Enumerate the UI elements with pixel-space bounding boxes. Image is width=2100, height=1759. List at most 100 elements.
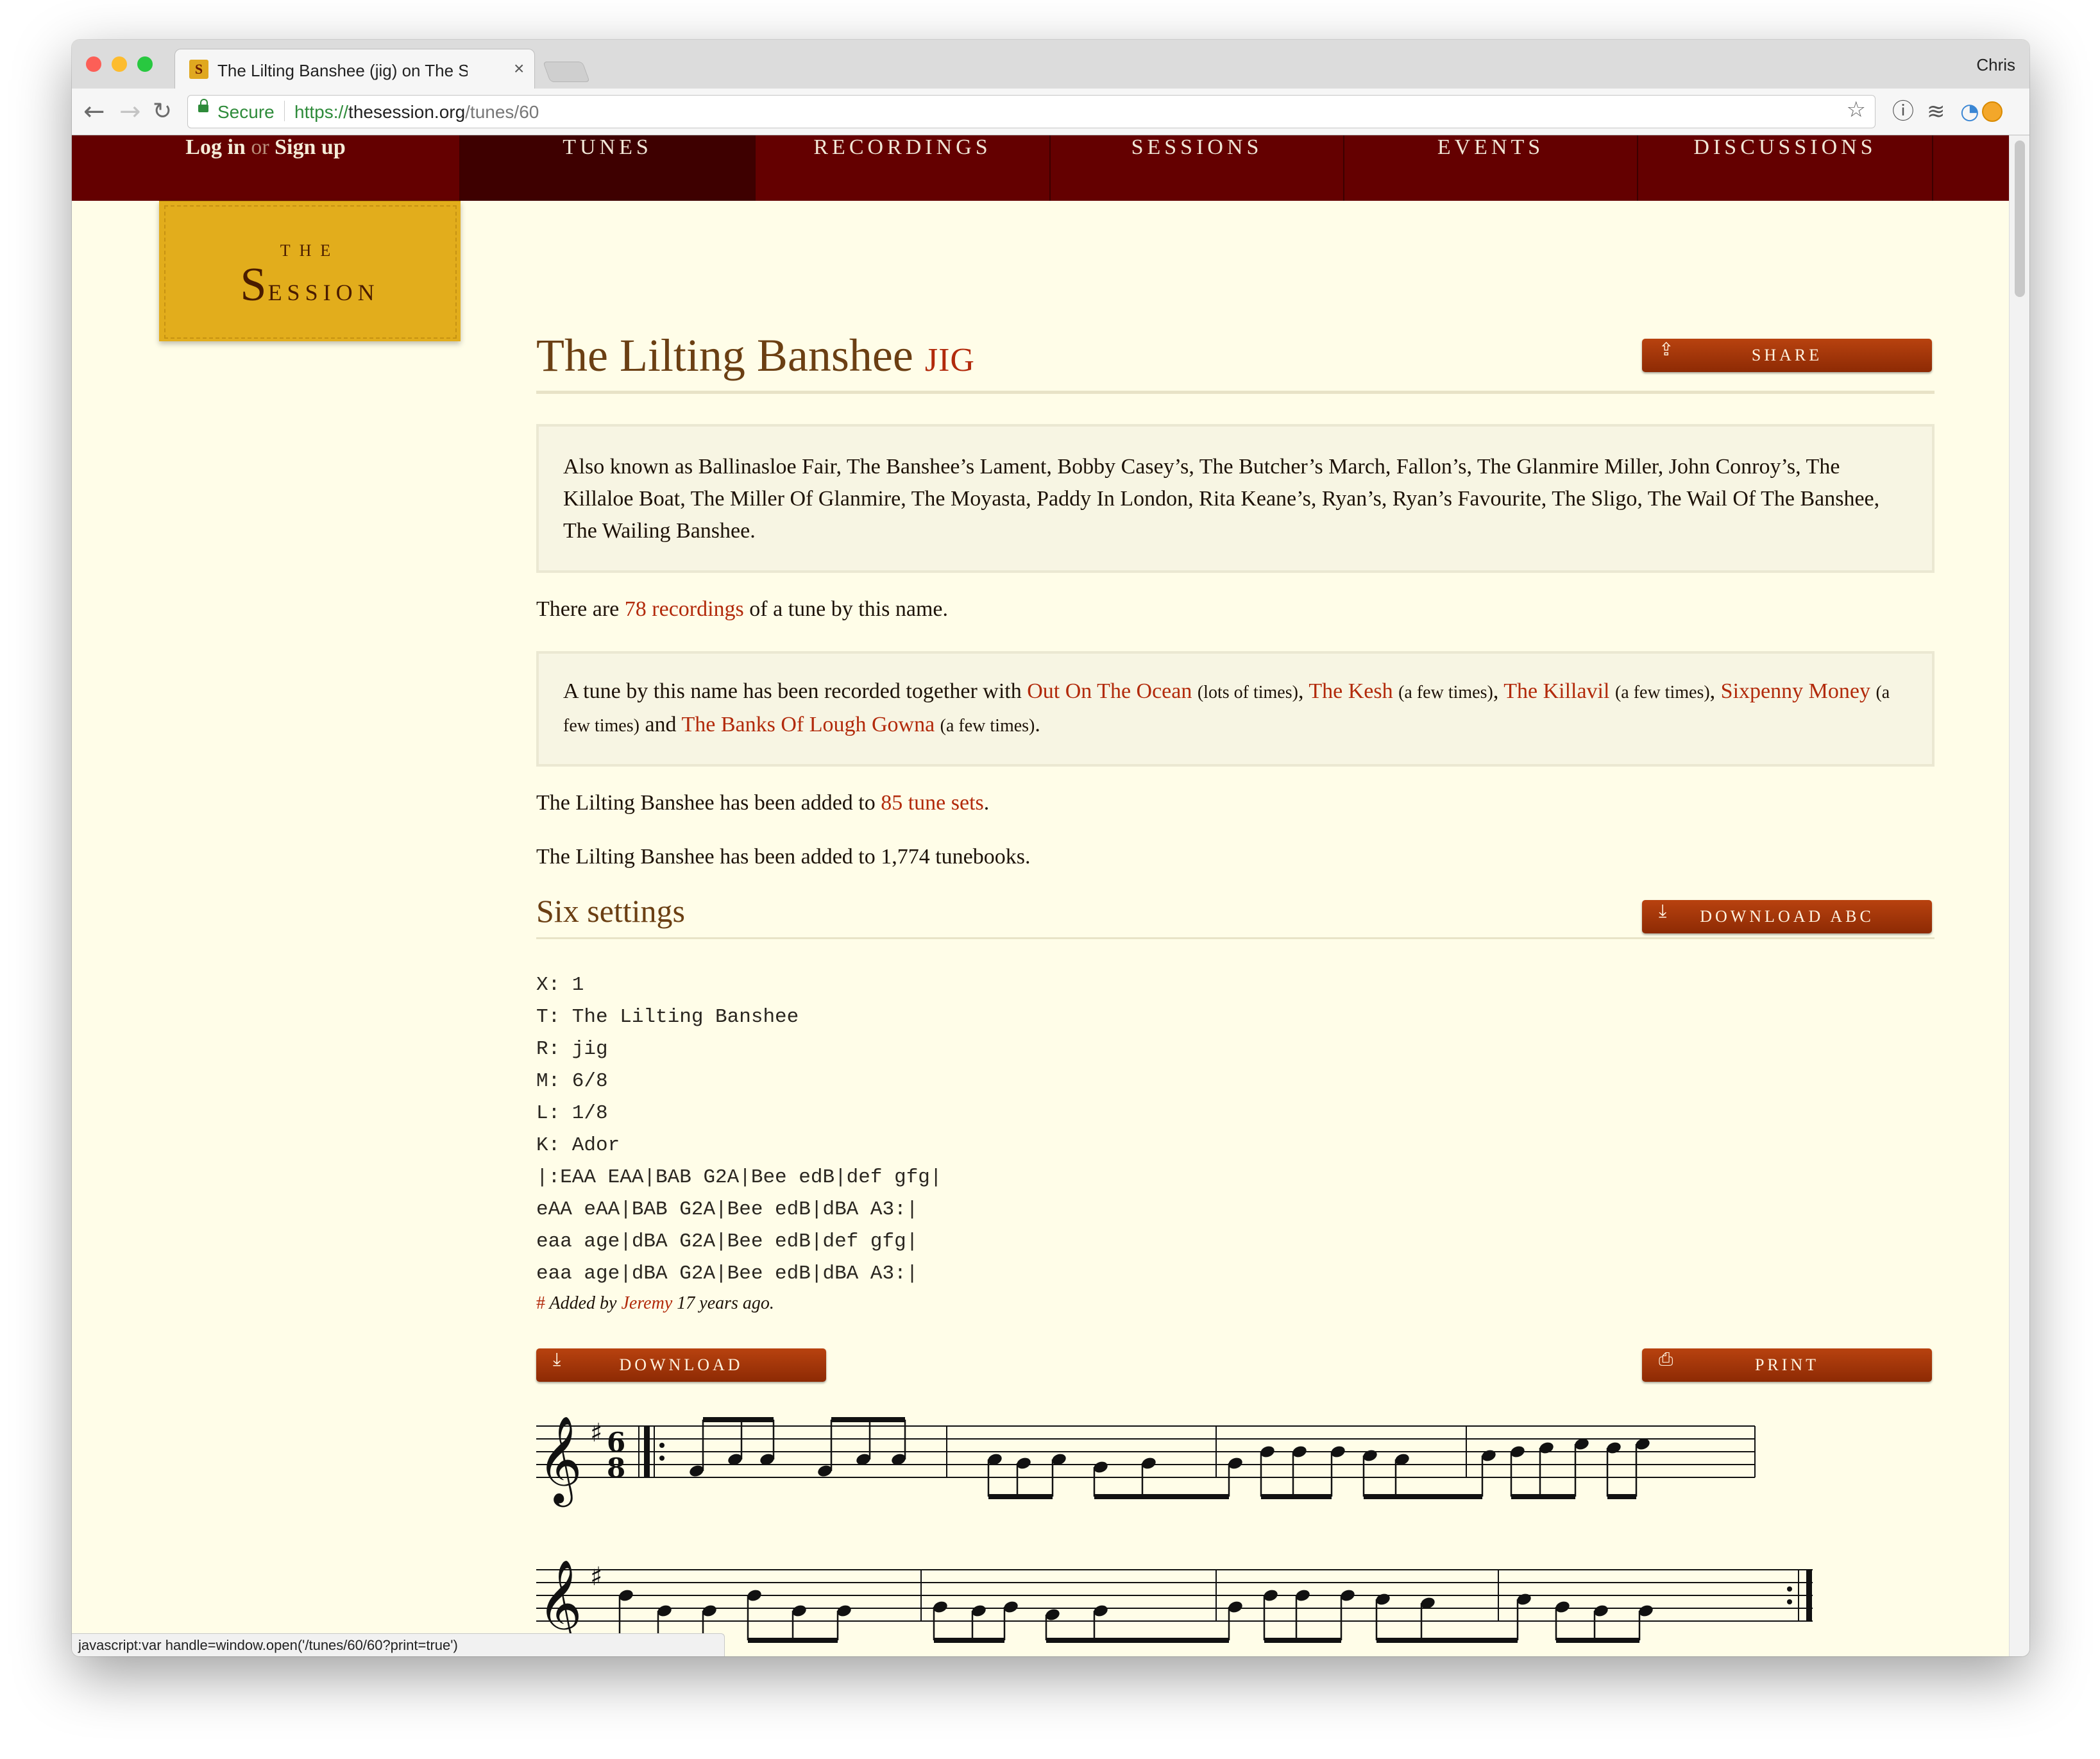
forward-arrow-icon[interactable]: → bbox=[119, 96, 141, 127]
layers-extension-icon[interactable]: ≋ bbox=[1927, 99, 1945, 124]
abc-line: K: Ador bbox=[536, 1134, 620, 1157]
maximize-window-button[interactable] bbox=[137, 56, 153, 72]
added-ago: 17 years ago. bbox=[677, 1293, 774, 1313]
download-abc-button[interactable]: ⤓ DOWNLOAD ABC bbox=[1642, 900, 1932, 933]
added-by-user-link[interactable]: Jeremy bbox=[621, 1293, 672, 1313]
time-signature-bottom: 8 bbox=[607, 1452, 625, 1484]
vertical-scrollbar[interactable] bbox=[2009, 135, 2029, 1656]
together-link-the-kesh[interactable]: The Kesh bbox=[1308, 679, 1393, 703]
bookmark-star-icon[interactable]: ☆ bbox=[1847, 97, 1866, 123]
share-button[interactable]: ⇪ SHARE bbox=[1642, 339, 1932, 372]
download-button[interactable]: ⤓ DOWNLOAD bbox=[536, 1348, 826, 1382]
added-by-prefix: Added by bbox=[549, 1293, 617, 1313]
scrollbar-thumb[interactable] bbox=[2015, 140, 2025, 297]
or-text: or bbox=[251, 135, 269, 159]
note-beam bbox=[988, 1494, 1053, 1499]
browser-window: S The Lilting Banshee (jig) on The Sessi… bbox=[72, 40, 2029, 1656]
together-freq: (lots of times) bbox=[1197, 683, 1298, 702]
tune-sets-line: The Lilting Banshee has been added to 85… bbox=[536, 787, 989, 819]
tune-title: The Lilting Banshee JIG bbox=[536, 329, 975, 382]
nav-events[interactable]: EVENTS bbox=[1344, 135, 1638, 201]
site-nav: Log in or Sign up TUNES RECORDINGS SESSI… bbox=[72, 135, 2009, 201]
abc-notation[interactable]: X: 1 T: The Lilting Banshee R: jig M: 6/8 L:… bbox=[536, 969, 942, 1290]
share-icon: ⇪ bbox=[1659, 339, 1674, 360]
permalink-hash[interactable]: # bbox=[536, 1293, 545, 1313]
tune-sets-link[interactable]: 85 tune sets bbox=[881, 791, 984, 815]
url-separator bbox=[284, 101, 285, 121]
note-beam bbox=[1264, 1638, 1341, 1643]
address-bar[interactable]: Secure https://thesession.org/tunes/60 ☆ bbox=[187, 95, 1876, 128]
note-beam bbox=[1556, 1638, 1639, 1643]
note-beam bbox=[1094, 1494, 1229, 1499]
together-link-sixpenny-money[interactable]: Sixpenny Money bbox=[1721, 679, 1870, 703]
new-tab-button[interactable] bbox=[543, 62, 590, 82]
repeat-dot bbox=[1787, 1599, 1792, 1604]
password-extension-icon[interactable]: ⓘ bbox=[1892, 99, 1914, 124]
minimize-window-button[interactable] bbox=[112, 56, 127, 72]
sets-prefix: The Lilting Banshee has been added to bbox=[536, 791, 876, 815]
treble-clef-icon: 𝄞 bbox=[538, 1415, 582, 1507]
repeat-barline-thick bbox=[644, 1426, 650, 1477]
recordings-prefix: There are bbox=[536, 597, 620, 621]
sheet-music: 𝄞 ♯ 68𝄞 ♯ bbox=[536, 1415, 1813, 1651]
abc-line: R: jig bbox=[536, 1038, 608, 1060]
url-host: thesession.org bbox=[348, 102, 466, 122]
note-beam bbox=[1364, 1494, 1482, 1499]
tune-name: The Lilting Banshee bbox=[536, 330, 913, 381]
together-sep: , bbox=[1709, 679, 1716, 703]
nav-tunes[interactable]: TUNES bbox=[461, 135, 756, 201]
profile-name[interactable]: Chris bbox=[1976, 55, 2015, 75]
together-sep: , bbox=[1493, 679, 1499, 703]
ghostery-extension-icon[interactable]: ◔ bbox=[1960, 99, 1979, 124]
download-icon: ⤓ bbox=[553, 1348, 561, 1370]
url-text: https://thesession.org/tunes/60 bbox=[294, 102, 539, 123]
tab-strip: S The Lilting Banshee (jig) on The Sessi… bbox=[72, 40, 2029, 89]
share-label: SHARE bbox=[1751, 346, 1823, 364]
download-icon: ⤓ bbox=[1659, 900, 1667, 921]
close-window-button[interactable] bbox=[86, 56, 101, 72]
login-signup: Log in or Sign up bbox=[72, 135, 461, 201]
note-beam bbox=[1046, 1638, 1229, 1643]
abc-line: eAA eAA|BAB G2A|Bee edB|dBA A3:| bbox=[536, 1198, 919, 1221]
signup-link[interactable]: Sign up bbox=[275, 135, 346, 159]
note-beam bbox=[1511, 1494, 1575, 1499]
together-sep: , bbox=[1298, 679, 1304, 703]
together-sep: and bbox=[639, 713, 677, 736]
settings-heading: Six settings bbox=[536, 893, 685, 929]
repeat-barline-thick bbox=[1806, 1570, 1812, 1621]
together-sep: . bbox=[1035, 713, 1040, 736]
print-button[interactable]: ⎙ PRINT bbox=[1642, 1348, 1932, 1382]
note-beam bbox=[1261, 1494, 1332, 1499]
nav-sessions[interactable]: SESSIONS bbox=[1051, 135, 1344, 201]
repeat-dot bbox=[1787, 1586, 1792, 1592]
extension-badge-icon[interactable] bbox=[1982, 101, 2003, 122]
logo-rest: ESSION bbox=[267, 280, 380, 305]
url-protocol: https:// bbox=[294, 102, 349, 122]
together-freq: (a few times) bbox=[1398, 683, 1493, 702]
together-freq: (a few times) bbox=[1614, 683, 1710, 702]
key-signature-sharp: ♯ bbox=[590, 1562, 602, 1592]
status-bar: javascript:var handle=window.open('/tune… bbox=[72, 1633, 725, 1656]
nav-recordings[interactable]: RECORDINGS bbox=[756, 135, 1051, 201]
together-freq: (a few times) bbox=[940, 716, 1035, 736]
tab-close-icon[interactable]: × bbox=[514, 58, 524, 79]
recordings-link[interactable]: 78 recordings bbox=[625, 597, 744, 621]
login-link[interactable]: Log in bbox=[185, 135, 246, 159]
together-prefix: A tune by this name has been recorded to… bbox=[563, 679, 1022, 703]
repeat-dot bbox=[659, 1443, 665, 1448]
tab-title: The Lilting Banshee (jig) on The Session bbox=[217, 61, 468, 80]
together-link-out-on-the-ocean[interactable]: Out On The Ocean bbox=[1027, 679, 1192, 703]
site-logo[interactable]: THE SESSION bbox=[159, 201, 461, 341]
aliases-text: Also known as Ballinasloe Fair, The Bans… bbox=[563, 451, 1908, 547]
back-arrow-icon[interactable]: ← bbox=[83, 96, 105, 127]
together-link-the-killavil[interactable]: The Killavil bbox=[1503, 679, 1609, 703]
together-link-banks-of-lough-gowna[interactable]: The Banks Of Lough Gowna bbox=[681, 713, 935, 736]
browser-tab[interactable]: S The Lilting Banshee (jig) on The Sessi… bbox=[174, 49, 535, 89]
added-by-line: # Added by Jeremy 17 years ago. bbox=[536, 1293, 774, 1314]
recorded-together-box: A tune by this name has been recorded to… bbox=[536, 651, 1935, 767]
note-beam bbox=[1607, 1494, 1636, 1499]
reload-icon[interactable]: ↻ bbox=[153, 96, 172, 127]
recorded-together-text: A tune by this name has been recorded to… bbox=[563, 676, 1908, 742]
url-path: /tunes/60 bbox=[465, 102, 539, 122]
nav-discussions[interactable]: DISCUSSIONS bbox=[1638, 135, 1933, 201]
